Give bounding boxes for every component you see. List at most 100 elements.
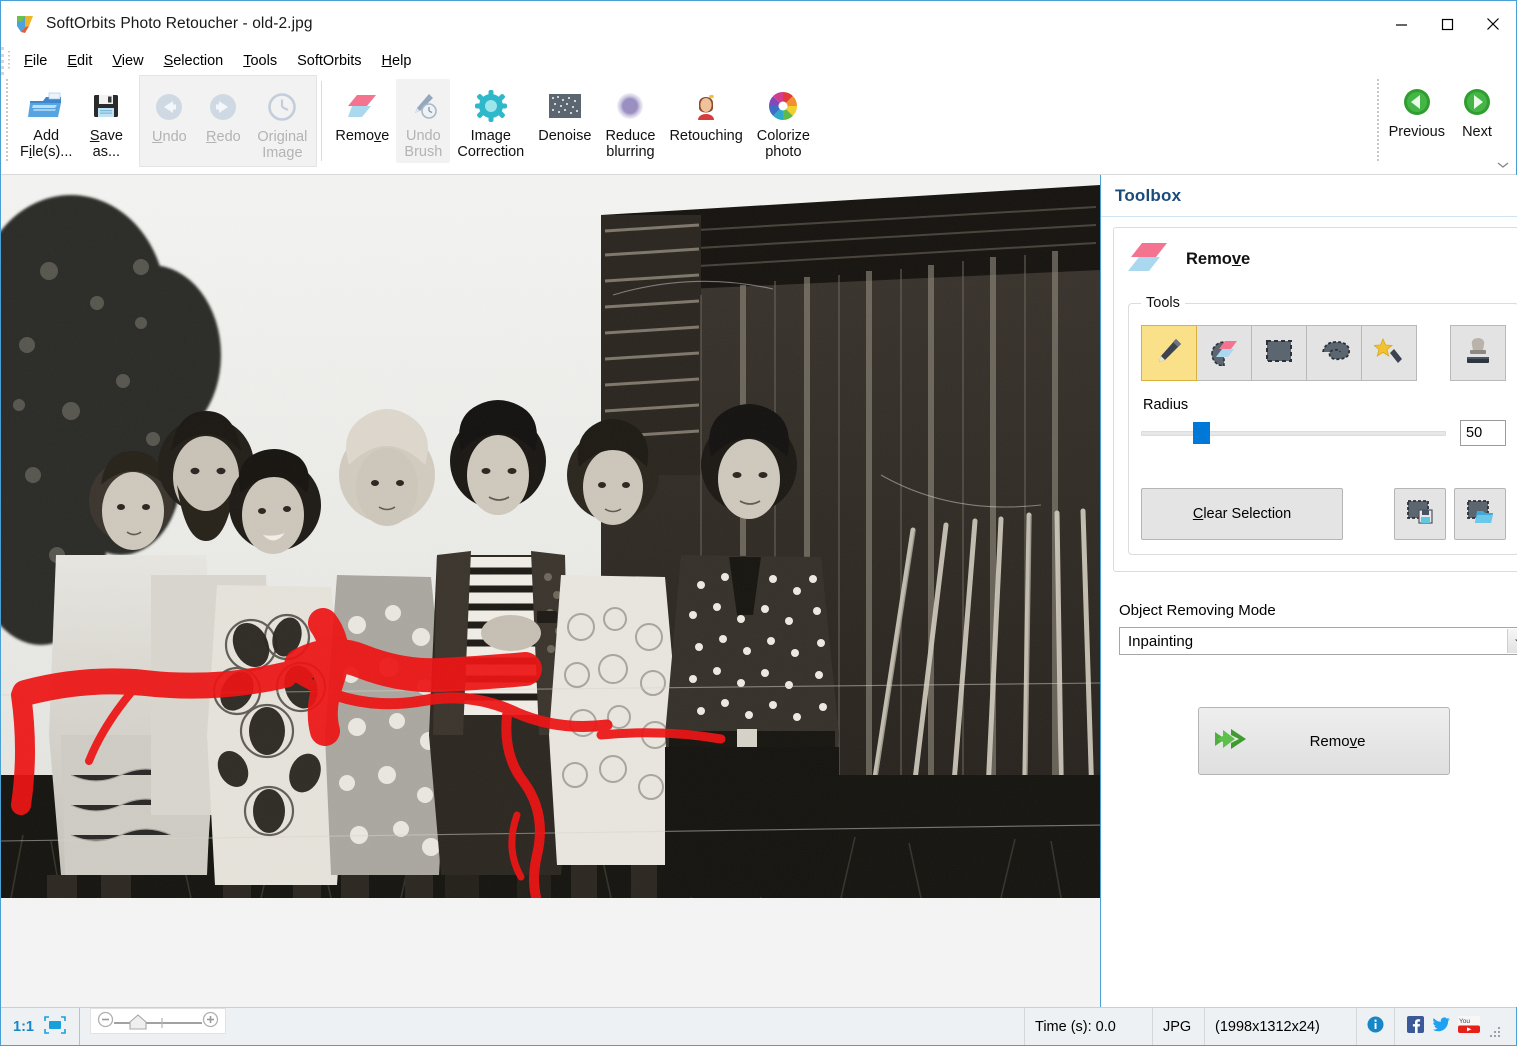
tools-fieldset: Tools xyxy=(1128,295,1517,555)
toolbar-group-effects: Remove UndoBrush xyxy=(326,75,819,167)
floppy-save-icon xyxy=(91,86,121,126)
noise-square-icon xyxy=(548,86,582,126)
minimize-button[interactable] xyxy=(1378,1,1424,47)
object-removing-mode-label: Object Removing Mode xyxy=(1119,602,1517,619)
title-bar: SoftOrbits Photo Retoucher - old-2.jpg xyxy=(1,1,1516,47)
undo-brush-button[interactable]: UndoBrush xyxy=(396,79,450,163)
facebook-icon[interactable] xyxy=(1407,1016,1424,1037)
pencil-tool-button[interactable] xyxy=(1141,325,1197,381)
remove-action-label: Remove xyxy=(1249,733,1449,750)
tools-legend: Tools xyxy=(1141,295,1185,311)
toolbar-separator-1 xyxy=(321,81,322,161)
previous-label: Previous xyxy=(1389,124,1445,140)
remove-action-button[interactable]: Remove xyxy=(1198,707,1450,775)
toolbar-overflow-chevron-icon[interactable] xyxy=(1496,161,1510,172)
clock-history-icon xyxy=(266,87,298,127)
load-selection-button[interactable] xyxy=(1454,488,1506,540)
eraser-icon xyxy=(1128,240,1170,279)
add-files-button[interactable]: AddFile(s)... xyxy=(13,79,79,163)
remove-section-label: Remove xyxy=(1186,250,1250,269)
magic-wand-tool-button[interactable] xyxy=(1361,325,1417,381)
maximize-button[interactable] xyxy=(1424,1,1470,47)
image-canvas[interactable] xyxy=(1,175,1101,1007)
radius-row: 50 xyxy=(1141,420,1506,446)
colorize-photo-button[interactable]: Colorizephoto xyxy=(750,79,817,163)
menu-file[interactable]: File xyxy=(14,50,57,72)
menu-view[interactable]: View xyxy=(102,50,153,72)
eraser-icon xyxy=(345,86,379,126)
zoom-one-to-one-button[interactable]: 1:1 xyxy=(13,1019,34,1035)
toolbox-header: Toolbox xyxy=(1101,175,1517,217)
zoom-out-icon[interactable] xyxy=(97,1011,114,1032)
radius-slider[interactable] xyxy=(1141,422,1446,444)
open-folder-icon xyxy=(27,86,65,126)
color-wheel-icon xyxy=(766,86,800,126)
menu-edit[interactable]: Edit xyxy=(57,50,102,72)
add-files-label: Add xyxy=(33,128,59,144)
image-correction-button[interactable]: ImageCorrection xyxy=(450,79,531,163)
photo-image[interactable] xyxy=(1,175,1101,898)
window-controls xyxy=(1378,1,1516,47)
blur-circle-icon xyxy=(614,86,646,126)
remove-section-header: Remove xyxy=(1128,240,1517,279)
chevron-down-icon[interactable] xyxy=(1507,629,1517,653)
eraser-round-icon xyxy=(1208,336,1240,371)
pencil-icon xyxy=(1154,336,1184,371)
toolbar-nav-grip[interactable] xyxy=(1376,79,1382,163)
clone-stamp-tool-button[interactable] xyxy=(1450,325,1506,381)
status-bar: 1:1 xyxy=(1,1007,1516,1045)
zoom-in-icon[interactable] xyxy=(202,1011,219,1032)
original-image-button[interactable]: OriginalImage xyxy=(250,80,314,164)
twitter-icon[interactable] xyxy=(1432,1017,1450,1036)
retouching-button[interactable]: Retouching xyxy=(662,79,749,147)
brush-clock-icon xyxy=(407,86,439,126)
selection-io-group xyxy=(1394,488,1506,540)
status-info[interactable] xyxy=(1357,1008,1395,1045)
remove-action-wrap: Remove xyxy=(1101,707,1517,775)
previous-button[interactable]: Previous xyxy=(1382,75,1452,143)
object-removing-mode-select[interactable]: Inpainting xyxy=(1119,627,1517,655)
remove-tool-button[interactable]: Remove xyxy=(328,79,396,147)
softorbits-logo-icon xyxy=(15,14,35,34)
undo-arrow-icon xyxy=(153,87,185,127)
lasso-tool-button[interactable] xyxy=(1306,325,1362,381)
remove-tool-card: Remove Tools xyxy=(1113,227,1517,572)
radius-slider-thumb[interactable] xyxy=(1193,422,1210,444)
window-title: SoftOrbits Photo Retoucher - old-2.jpg xyxy=(46,15,313,33)
zoom-home-handle-icon[interactable] xyxy=(114,1011,202,1031)
save-as-button[interactable]: Saveas... xyxy=(79,79,133,163)
close-button[interactable] xyxy=(1470,1,1516,47)
selection-actions-row: Clear Selection xyxy=(1141,488,1506,540)
next-button[interactable]: Next xyxy=(1452,75,1502,143)
radius-label: Radius xyxy=(1143,397,1506,413)
object-removing-mode-value: Inpainting xyxy=(1120,633,1193,650)
application-window: SoftOrbits Photo Retoucher - old-2.jpg F… xyxy=(0,0,1517,1046)
info-icon[interactable] xyxy=(1367,1016,1384,1037)
clear-selection-button[interactable]: Clear Selection xyxy=(1141,488,1343,540)
zoom-controls-group: 1:1 xyxy=(1,1008,80,1045)
portrait-woman-icon xyxy=(690,86,722,126)
status-spacer xyxy=(236,1008,1025,1045)
zoom-slider[interactable] xyxy=(90,1008,226,1034)
eraser-tool-button[interactable] xyxy=(1196,325,1252,381)
rectangle-select-tool-button[interactable] xyxy=(1251,325,1307,381)
menu-softorbits[interactable]: SoftOrbits xyxy=(287,50,371,72)
social-links: You xyxy=(1395,1008,1516,1045)
redo-button[interactable]: Redo xyxy=(196,80,250,148)
reduce-blurring-button[interactable]: Reduceblurring xyxy=(598,79,662,163)
resize-grip-icon[interactable] xyxy=(1488,1025,1502,1043)
toolbox-title: Toolbox xyxy=(1115,186,1181,206)
undo-button[interactable]: Undo xyxy=(142,80,196,148)
menu-tools[interactable]: Tools xyxy=(233,50,287,72)
youtube-icon[interactable]: You xyxy=(1458,1016,1480,1037)
redo-arrow-icon xyxy=(207,87,239,127)
menu-help[interactable]: Help xyxy=(372,50,422,72)
menu-selection[interactable]: Selection xyxy=(154,50,234,72)
radius-value-input[interactable]: 50 xyxy=(1460,420,1506,446)
lasso-icon xyxy=(1318,338,1350,369)
teal-gear-icon xyxy=(474,86,508,126)
denoise-button[interactable]: Denoise xyxy=(531,79,598,147)
stamp-icon xyxy=(1464,336,1492,371)
fit-to-window-icon[interactable] xyxy=(43,1015,67,1039)
save-selection-button[interactable] xyxy=(1394,488,1446,540)
